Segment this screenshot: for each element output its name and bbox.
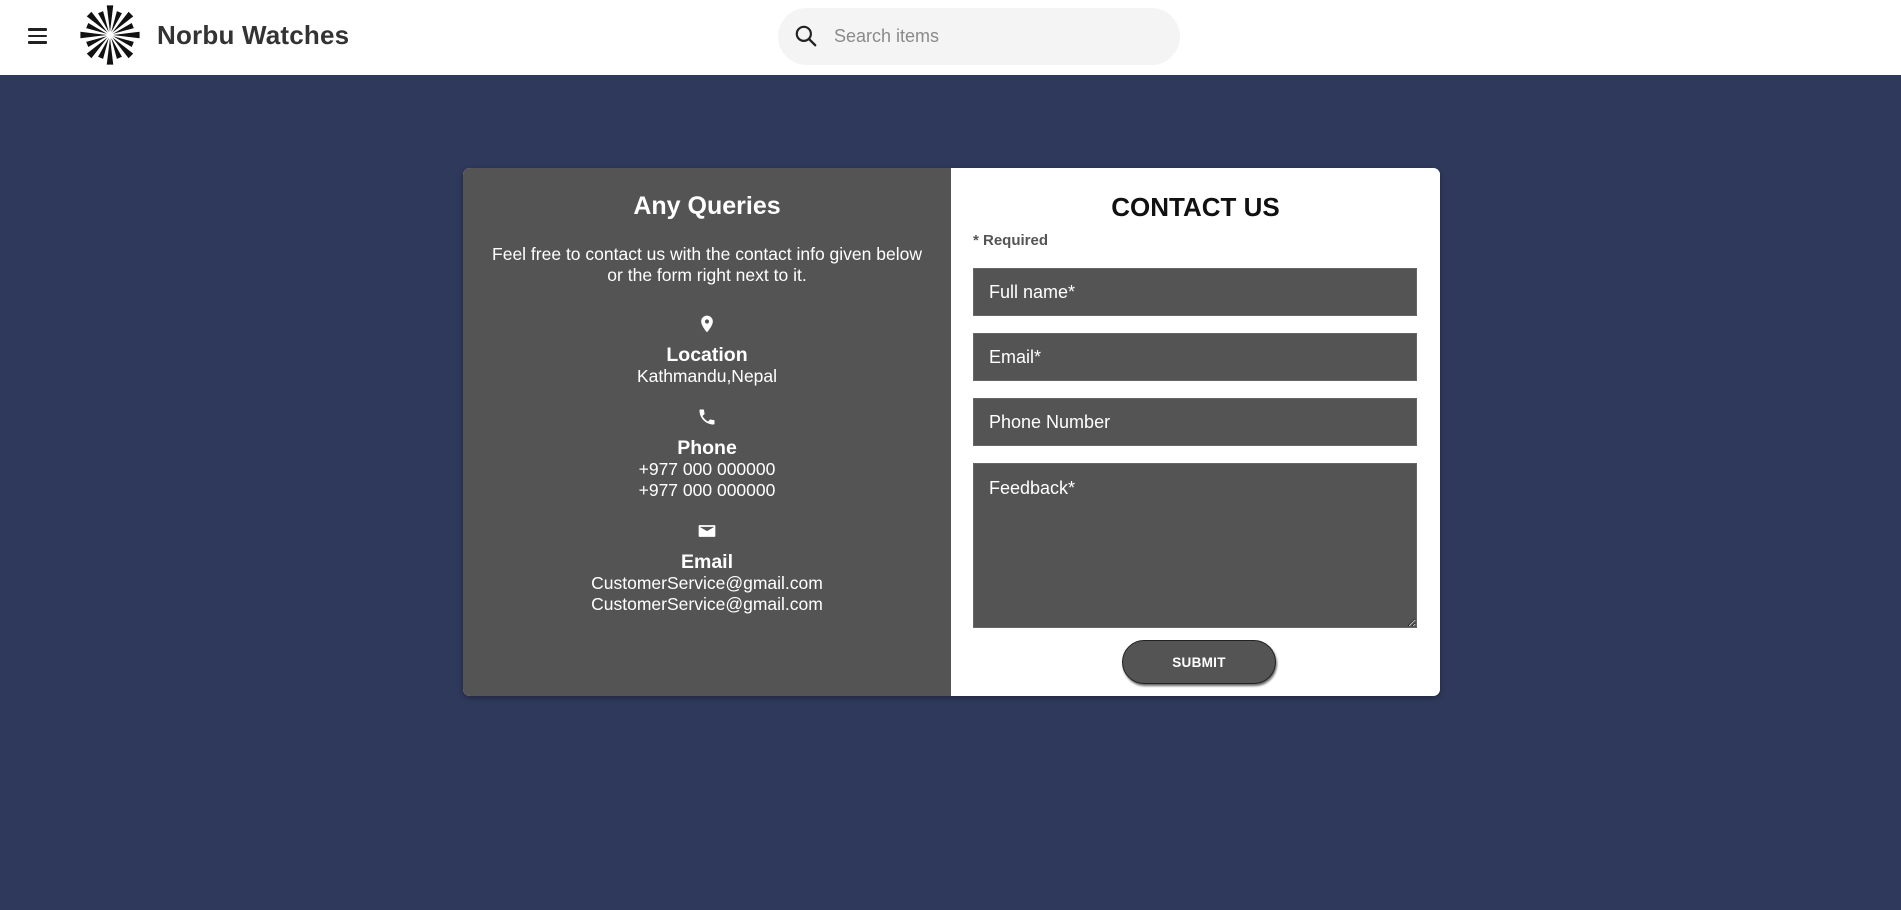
search-icon[interactable] (793, 23, 819, 49)
full-name-field[interactable] (973, 268, 1417, 316)
location-block: Location Kathmandu,Nepal (463, 314, 951, 387)
info-description: Feel free to contact us with the contact… (492, 244, 922, 285)
phone-number: +977 000 000000 (638, 459, 776, 479)
brand-name[interactable]: Norbu Watches (157, 20, 349, 51)
phone-label: Phone (677, 437, 737, 459)
email-block: Email CustomerService@gmail.com Customer… (463, 521, 951, 615)
submit-button[interactable]: SUBMIT (1122, 640, 1276, 684)
menu-line (28, 34, 47, 38)
starburst-logo-icon[interactable] (79, 4, 141, 66)
search-bar[interactable] (778, 8, 1180, 65)
contact-info-panel: Any Queries Feel free to contact us with… (463, 168, 951, 696)
phone-block: Phone +977 000 000000 +977 000 000000 (463, 407, 951, 501)
phone-icon (699, 409, 715, 425)
location-value: Kathmandu,Nepal (636, 366, 778, 386)
email-address: CustomerService@gmail.com (591, 573, 823, 593)
logo-ray (80, 31, 107, 39)
required-note: * Required (973, 232, 1049, 249)
menu-line (28, 28, 47, 31)
phone-number: +977 000 000000 (638, 480, 776, 500)
menu-line (28, 41, 47, 44)
search-input[interactable] (834, 8, 1164, 65)
contact-form-panel: CONTACT US * Required SUBMIT (951, 168, 1440, 696)
logo-ray (106, 5, 114, 32)
logo-ray (113, 31, 140, 39)
hamburger-menu-icon[interactable] (28, 25, 50, 47)
email-address: CustomerService@gmail.com (591, 594, 823, 614)
email-label: Email (680, 551, 734, 573)
logo-ray (106, 38, 114, 65)
phone-number-field[interactable] (973, 398, 1417, 446)
envelope-icon (698, 525, 716, 537)
feedback-field[interactable] (973, 463, 1417, 628)
email-field[interactable] (973, 333, 1417, 381)
info-title: Any Queries (633, 192, 781, 220)
form-title: CONTACT US (1111, 192, 1280, 222)
top-navigation-bar: Norbu Watches (0, 0, 1901, 75)
location-label: Location (666, 344, 748, 366)
contact-card: Any Queries Feel free to contact us with… (463, 168, 1440, 696)
location-pin-icon (701, 315, 713, 333)
